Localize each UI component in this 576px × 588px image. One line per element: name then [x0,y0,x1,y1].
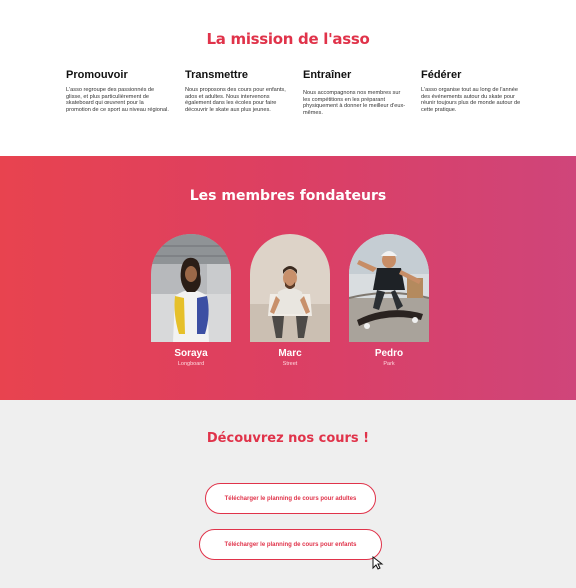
mission-column-transmettre: Transmettre Nous proposons des cours pou… [185,69,289,113]
mission-column-federer: Fédérer L'asso organise tout au long de … [421,69,525,113]
mission-title: La mission de l'asso [206,30,370,48]
column-text: L'asso regroupe des passionnés de glisse… [66,87,169,113]
founders-title: Les membres fondateurs [189,188,387,204]
mission-column-promouvoir: Promouvoir L'asso regroupe des passionné… [66,69,170,113]
download-adults-planning-button[interactable]: Télécharger le planning de cours pour ad… [205,483,376,514]
courses-section: Découvrez nos cours ! Télécharger le pla… [0,400,576,588]
member-card-soraya: Soraya Longboard [151,234,231,367]
member-photo [151,234,231,342]
column-heading: Promouvoir [66,69,128,81]
member-card-pedro: Pedro Park [349,234,429,367]
founders-section: Les membres fondateurs Soraya Longboard [0,156,576,400]
member-name: Marc [278,348,302,359]
column-heading: Transmettre [185,69,248,81]
member-photo [250,234,330,342]
courses-title: Découvrez nos cours ! [206,431,370,446]
download-kids-planning-button[interactable]: Télécharger le planning de cours pour en… [199,529,382,560]
mission-section: La mission de l'asso Promouvoir L'asso r… [0,0,576,156]
member-role: Park [383,361,395,367]
member-name: Soraya [174,348,208,359]
column-text: L'asso organise tout au long de l'année … [421,87,521,113]
member-role: Street [282,361,298,367]
member-photo [349,234,429,342]
column-text: Nous proposons des cours pour enfants, a… [185,87,286,113]
mouse-pointer-icon [372,556,384,570]
member-role: Longboard [177,361,205,367]
member-name: Pedro [374,348,404,359]
mission-column-entrainer: Entraîner Nous accompagnons nos membres … [303,69,407,116]
column-heading: Entraîner [303,69,352,81]
column-text: Nous accompagnons nos membres sur les co… [303,90,406,116]
member-card-marc: Marc Street [250,234,330,367]
column-heading: Fédérer [421,69,462,81]
